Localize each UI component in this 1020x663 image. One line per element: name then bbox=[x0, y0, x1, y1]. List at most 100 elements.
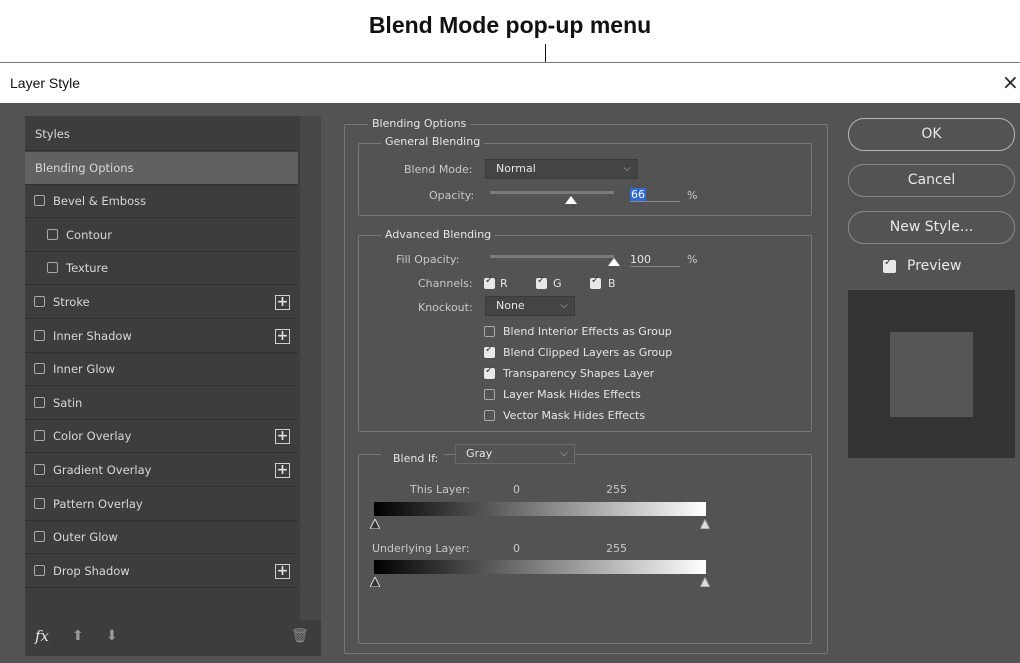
advanced-option-label: Blend Clipped Layers as Group bbox=[503, 346, 673, 359]
sidebar-item[interactable]: Contour bbox=[25, 219, 298, 252]
sidebar-item[interactable]: Blending Options bbox=[25, 151, 298, 185]
advanced-option-checkbox[interactable] bbox=[484, 365, 495, 379]
sidebar-item-label: Bevel & Emboss bbox=[53, 194, 147, 209]
sidebar-item[interactable]: Pattern Overlay bbox=[25, 488, 298, 521]
advanced-option-checkbox[interactable] bbox=[484, 326, 495, 337]
add-icon[interactable]: + bbox=[275, 295, 290, 310]
blend-if-label: Blend If: bbox=[381, 448, 445, 469]
opacity-unit: % bbox=[687, 189, 698, 202]
fill-opacity-field[interactable]: 100 bbox=[630, 253, 680, 267]
this-layer-black-handle[interactable] bbox=[370, 519, 380, 529]
styles-list-footer bbox=[25, 620, 321, 656]
sidebar-item-label: Color Overlay bbox=[53, 429, 132, 444]
fill-opacity-unit: % bbox=[687, 253, 698, 266]
sidebar-item-checkbox[interactable] bbox=[34, 396, 45, 408]
sidebar-item-checkbox[interactable] bbox=[34, 464, 45, 475]
add-icon[interactable]: + bbox=[275, 429, 290, 445]
add-icon[interactable]: + bbox=[275, 328, 290, 344]
advanced-option-checkbox[interactable] bbox=[484, 410, 495, 421]
general-blending-title: General Blending bbox=[381, 135, 485, 148]
knockout-value: None bbox=[496, 299, 525, 312]
channel-b-checkbox[interactable] bbox=[590, 275, 601, 289]
chevron-down-icon: ⌵ bbox=[623, 163, 631, 174]
chevron-down-icon: ⌵ bbox=[560, 448, 568, 459]
ok-button[interactable]: OK bbox=[848, 118, 1015, 151]
preview-label: Preview bbox=[907, 258, 962, 274]
sidebar-item-label: Stroke bbox=[53, 295, 90, 309]
sidebar-item-checkbox[interactable] bbox=[34, 329, 45, 341]
fill-opacity-slider-thumb[interactable] bbox=[608, 258, 620, 266]
advanced-option-checkbox[interactable] bbox=[484, 389, 495, 400]
blend-mode-label: Blend Mode: bbox=[404, 163, 473, 176]
sidebar-item-checkbox[interactable] bbox=[34, 497, 45, 509]
sidebar-item-checkbox[interactable] bbox=[34, 430, 45, 442]
move-up-icon[interactable]: ⬆ bbox=[72, 628, 84, 644]
sidebar-item[interactable]: Satin bbox=[25, 387, 298, 420]
fill-opacity-slider[interactable] bbox=[490, 255, 614, 258]
knockout-select[interactable]: None ⌵ bbox=[485, 296, 575, 316]
this-layer-low: 0 bbox=[513, 483, 520, 496]
advanced-blending-title: Advanced Blending bbox=[381, 228, 496, 241]
add-icon[interactable]: + bbox=[275, 463, 290, 478]
sidebar-item[interactable]: Inner Glow bbox=[25, 353, 298, 387]
underlying-layer-black-handle[interactable] bbox=[370, 577, 380, 587]
sidebar-item-label: Styles bbox=[35, 127, 70, 141]
sidebar-item[interactable]: Color Overlay + bbox=[25, 420, 298, 454]
advanced-option-label: Layer Mask Hides Effects bbox=[503, 388, 641, 401]
sidebar-item-label: Outer Glow bbox=[53, 530, 118, 545]
sidebar-item-label: Inner Shadow bbox=[53, 328, 132, 343]
window-title: Layer Style bbox=[10, 75, 81, 91]
channel-r-label: R bbox=[500, 277, 508, 290]
trash-icon[interactable]: 🗑 bbox=[291, 628, 309, 644]
blending-options-title: Blending Options bbox=[368, 117, 471, 130]
sidebar-item-checkbox[interactable] bbox=[34, 296, 45, 307]
add-icon[interactable]: + bbox=[275, 563, 290, 579]
sidebar-item-label: Texture bbox=[66, 261, 109, 276]
move-down-icon[interactable]: ⬇ bbox=[106, 628, 118, 644]
annotation-callout: Blend Mode pop-up menu bbox=[368, 12, 652, 38]
cancel-button[interactable]: Cancel bbox=[848, 164, 1015, 197]
sidebar-item[interactable]: Outer Glow bbox=[25, 521, 298, 555]
advanced-option-label: Vector Mask Hides Effects bbox=[503, 409, 646, 422]
preview-checkbox[interactable] bbox=[883, 257, 896, 273]
this-layer-gradient bbox=[374, 502, 706, 516]
fx-icon[interactable]: fx bbox=[35, 627, 49, 645]
fill-opacity-label: Fill Opacity: bbox=[396, 253, 460, 266]
general-blending-group bbox=[358, 143, 812, 216]
sidebar-item[interactable]: Styles bbox=[25, 118, 298, 151]
sidebar-item[interactable]: Drop Shadow + bbox=[25, 555, 298, 588]
advanced-option-checkbox[interactable] bbox=[484, 344, 495, 358]
sidebar-item-checkbox[interactable] bbox=[47, 262, 58, 274]
opacity-slider-thumb[interactable] bbox=[565, 196, 577, 204]
close-icon[interactable]: × bbox=[1002, 70, 1019, 94]
new-style-button[interactable]: New Style... bbox=[848, 211, 1015, 244]
this-layer-white-handle[interactable] bbox=[700, 519, 710, 529]
sidebar-item-checkbox[interactable] bbox=[47, 228, 58, 240]
styles-list-scrollbar[interactable] bbox=[300, 116, 321, 620]
blend-if-select[interactable]: Gray ⌵ bbox=[455, 444, 575, 464]
opacity-slider[interactable] bbox=[490, 191, 614, 194]
sidebar-item[interactable]: Gradient Overlay + bbox=[25, 454, 298, 487]
sidebar-item[interactable]: Bevel & Emboss bbox=[25, 185, 298, 219]
sidebar-item-label: Inner Glow bbox=[53, 362, 115, 377]
underlying-layer-white-handle[interactable] bbox=[700, 577, 710, 587]
blend-mode-select[interactable]: Normal ⌵ bbox=[485, 159, 638, 179]
sidebar-item-checkbox[interactable] bbox=[34, 531, 45, 543]
opacity-field[interactable]: 66 bbox=[630, 188, 680, 202]
sidebar-item-label: Contour bbox=[66, 227, 112, 242]
blend-if-value: Gray bbox=[466, 447, 493, 460]
sidebar-item[interactable]: Inner Shadow + bbox=[25, 320, 298, 353]
sidebar-item-checkbox[interactable] bbox=[34, 363, 45, 375]
sidebar-item[interactable]: Texture bbox=[25, 252, 298, 286]
underlying-layer-gradient bbox=[374, 560, 706, 574]
channel-g-checkbox[interactable] bbox=[536, 275, 547, 289]
knockout-label: Knockout: bbox=[418, 301, 473, 314]
chevron-down-icon: ⌵ bbox=[560, 300, 568, 311]
channel-r-checkbox[interactable] bbox=[484, 275, 495, 289]
sidebar-item-checkbox[interactable] bbox=[34, 195, 45, 207]
channel-b-label: B bbox=[608, 277, 616, 290]
advanced-option-label: Transparency Shapes Layer bbox=[503, 367, 655, 380]
sidebar-item-checkbox[interactable] bbox=[34, 564, 45, 576]
underlying-layer-high: 255 bbox=[606, 542, 627, 555]
sidebar-item[interactable]: Stroke + bbox=[25, 286, 298, 319]
